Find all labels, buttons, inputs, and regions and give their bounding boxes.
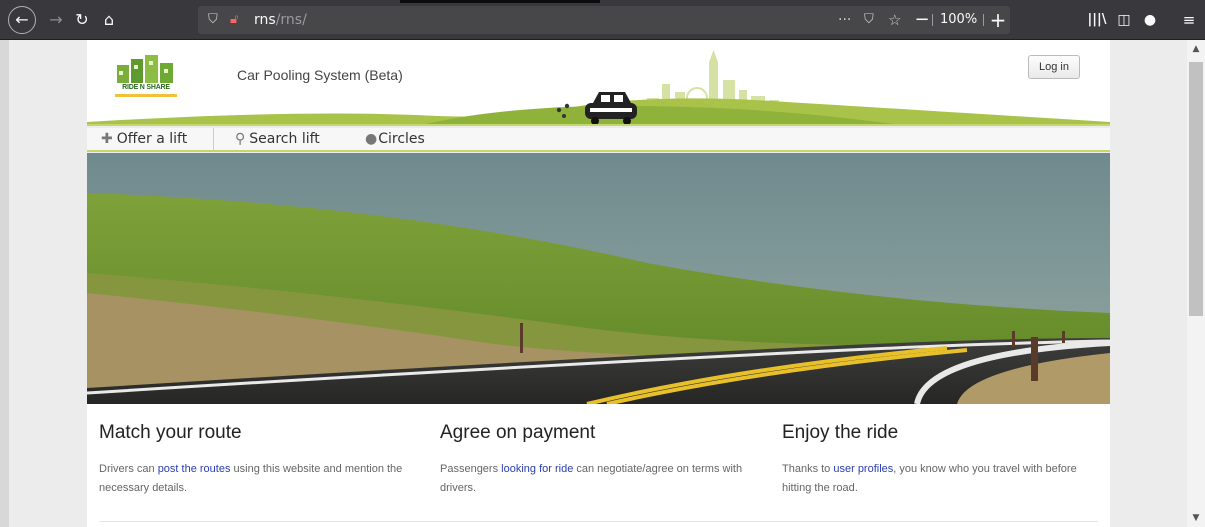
main-nav: ✚ Offer a lift ⚲ Search lift ●Circles [87, 128, 1110, 152]
shield-icon[interactable]: ⛉ [208, 8, 218, 32]
library-icon[interactable]: |||\ [1085, 8, 1109, 32]
zoom-in-icon[interactable]: + [986, 8, 1010, 32]
feature-text-before: Passengers [440, 463, 502, 475]
nav-label: Offer a lift [116, 131, 188, 147]
url-host: rns [254, 12, 276, 28]
home-icon[interactable]: ⌂ [97, 8, 121, 32]
hero-road-image [87, 153, 1110, 404]
looking-for-ride-link[interactable]: looking for ride [501, 463, 573, 475]
page-viewport: RIDE N SHARE Car Pooling System (Beta) L… [0, 40, 1205, 527]
forward-icon[interactable]: → [44, 8, 68, 32]
feature-title: Agree on payment [440, 422, 596, 443]
scrollbar-thumb[interactable] [1189, 62, 1203, 316]
nav-search-lift[interactable]: ⚲ Search lift [235, 128, 320, 150]
search-icon: ⚲ [235, 131, 246, 147]
account-icon[interactable]: ● [1138, 8, 1162, 32]
site-header: RIDE N SHARE Car Pooling System (Beta) L… [87, 40, 1110, 126]
hero-illustration [87, 153, 1110, 404]
feature-text: Thanks to user profiles, you know who yo… [782, 460, 1102, 498]
scroll-up-icon[interactable]: ▲ [1187, 42, 1205, 56]
titlebar-strip [400, 0, 600, 3]
zoom-separator [983, 14, 984, 26]
pocket-icon[interactable]: ⛉ [864, 8, 874, 32]
site-title: Car Pooling System (Beta) [237, 67, 403, 83]
bookmark-star-icon[interactable]: ☆ [888, 8, 901, 32]
feature-text-before: Thanks to [782, 463, 834, 475]
logo-text: RIDE N SHARE [122, 84, 170, 91]
features-section: Match your route Drivers can post the ro… [87, 404, 1110, 527]
nav-label: Circles [378, 131, 425, 147]
nav-circles[interactable]: ●Circles [365, 128, 425, 150]
back-icon[interactable]: ← [8, 6, 36, 34]
feature-text-before: Drivers can [99, 463, 158, 475]
post-routes-link[interactable]: post the routes [158, 463, 231, 475]
sidebar-icon[interactable]: ◫ [1112, 8, 1136, 32]
nav-offer-lift[interactable]: ✚ Offer a lift [101, 128, 187, 150]
scroll-down-icon[interactable]: ▼ [1187, 511, 1205, 525]
url-path: /rns/ [275, 12, 307, 28]
page-edge [0, 40, 9, 527]
section-divider [99, 521, 1098, 522]
nav-label: Search lift [249, 131, 320, 147]
url-text[interactable]: rns/rns/ [254, 6, 307, 34]
header-landscape-art [87, 50, 1110, 124]
feature-title: Match your route [99, 422, 242, 443]
site-logo[interactable]: RIDE N SHARE [115, 51, 177, 97]
user-profiles-link[interactable]: user profiles [833, 463, 893, 475]
insecure-lock-icon[interactable]: 🔓︎ [230, 8, 238, 32]
feature-title: Enjoy the ride [782, 422, 899, 443]
nav-divider [213, 128, 214, 150]
zoom-separator [932, 14, 933, 26]
plus-icon: ✚ [101, 131, 113, 147]
zoom-level[interactable]: 100% [940, 0, 977, 40]
feature-text: Passengers looking for ride can negotiat… [440, 460, 760, 498]
feature-text: Drivers can post the routes using this w… [99, 460, 419, 498]
address-bar[interactable]: ⛉ 🔓︎ rns/rns/ ··· ⛉ ☆ [198, 6, 1010, 34]
browser-toolbar: ← → ↻ ⌂ ⛉ 🔓︎ rns/rns/ ··· ⛉ ☆ − 100% + |… [0, 0, 1205, 40]
page-actions-icon[interactable]: ··· [838, 8, 851, 32]
zoom-out-icon[interactable]: − [910, 8, 934, 32]
login-button[interactable]: Log in [1028, 55, 1080, 79]
globe-icon: ● [365, 131, 378, 147]
menu-icon[interactable]: ≡ [1177, 8, 1201, 32]
reload-icon[interactable]: ↻ [70, 8, 94, 32]
